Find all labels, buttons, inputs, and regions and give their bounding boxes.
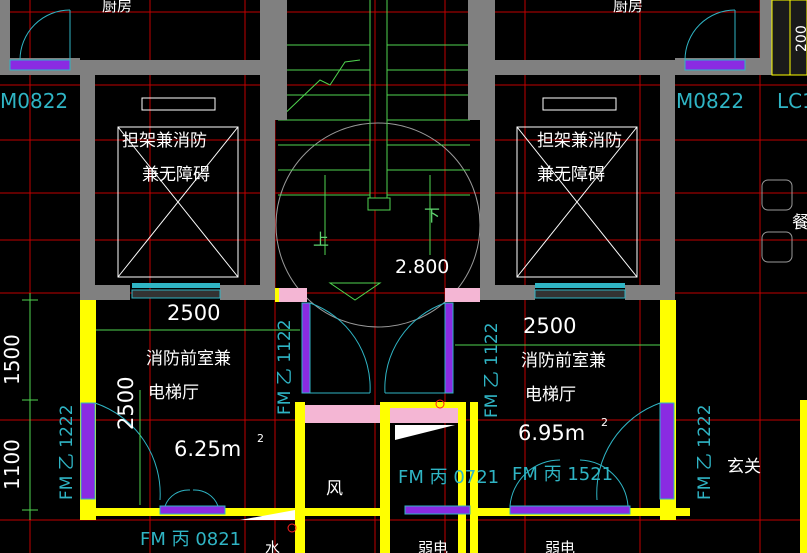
door-tag-fm-1122-right: FM 乙 1122 xyxy=(482,322,502,418)
door-tag-fm-1222-right: FM 乙 1222 xyxy=(695,404,715,500)
room-label-water: 水 xyxy=(265,539,280,553)
stair-elevation-label: 2.800 xyxy=(395,256,449,278)
door-tag-fm-1122-left: FM 乙 1122 xyxy=(275,319,295,415)
room-label-weak-current-right: 弱电 xyxy=(545,539,575,553)
lobby-right-label-line2: 电梯厅 xyxy=(525,385,576,405)
area-left-value: 6.25m xyxy=(174,437,241,461)
lobby-left-label-line1: 消防前室兼 xyxy=(146,349,231,369)
lobby-right-label-line1: 消防前室兼 xyxy=(521,351,606,371)
door-tag-fm-1521: FM 丙 1521 xyxy=(512,464,613,485)
lobby-left-label-line2: 电梯厅 xyxy=(148,383,199,403)
door-tag-fm-1222-left: FM 乙 1222 xyxy=(57,404,77,500)
dim-left-vertical: 2500 xyxy=(114,377,138,430)
room-label-weak-current-left: 弱电 xyxy=(418,539,448,553)
room-label-kitchen-left: 厨房 xyxy=(102,0,132,15)
door-tag-fm-0721: FM 丙 0721 xyxy=(398,467,499,488)
door-tag-m0822-left: M0822 xyxy=(0,89,68,113)
area-left-superscript: 2 xyxy=(257,432,264,445)
dim-side-1500: 1500 xyxy=(0,334,24,385)
room-label-dining: 餐 xyxy=(792,213,807,233)
door-tag-m0822-right: M0822 xyxy=(676,89,744,113)
stair-core: 上 下 2.800 xyxy=(275,0,481,328)
dim-right-width: 2500 xyxy=(523,314,576,338)
door-tag-fm-0821: FM 丙 0821 xyxy=(140,529,241,550)
window-tag-lc1: LC1 xyxy=(777,89,807,113)
room-label-kitchen-right: 厨房 xyxy=(613,0,643,15)
dim-left-width: 2500 xyxy=(167,301,220,325)
elevator-right-label-line1: 担架兼消防 xyxy=(537,131,622,151)
room-label-wind-shaft: 风 xyxy=(326,479,343,499)
dim-top-right-fragment: 200 xyxy=(794,25,807,52)
dining-furniture xyxy=(761,179,793,263)
floor-plan-drawing: 上 下 2.800 厨房 厨房 M0822 M0822 LC 200 担架兼消防… xyxy=(0,0,807,553)
dim-side-1100: 1100 xyxy=(0,439,24,490)
area-right-superscript: 2 xyxy=(601,416,608,429)
room-label-entrance: 玄关 xyxy=(727,457,761,477)
area-right-value: 6.95m xyxy=(518,421,585,445)
elevator-right-label-line2: 兼无障碍 xyxy=(537,165,605,185)
stair-down-label: 下 xyxy=(424,206,440,225)
elevator-left-label-line2: 兼无障碍 xyxy=(142,165,210,185)
stair-treads xyxy=(277,0,470,255)
elevator-left-label-line1: 担架兼消防 xyxy=(122,131,207,151)
stair-up-label: 上 xyxy=(313,230,329,249)
